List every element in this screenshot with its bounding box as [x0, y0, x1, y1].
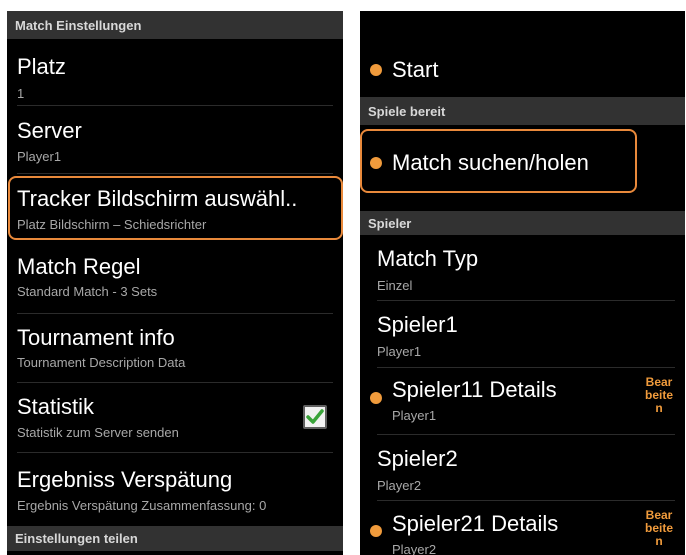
setting-title: Tournament info: [17, 325, 175, 350]
setting-title: Tracker Bildschirm auswähl..: [17, 186, 298, 211]
setting-server[interactable]: Server Player1: [7, 106, 343, 174]
setting-value: Statistik zum Server senden: [17, 425, 179, 440]
setting-value: Einzel: [377, 278, 413, 293]
match-search-item[interactable]: Match suchen/holen: [360, 125, 685, 211]
setting-value: Platz Bildschirm – Schiedsrichter: [17, 217, 207, 232]
check-icon: [306, 409, 324, 424]
statistik-checkbox[interactable]: [303, 405, 327, 429]
setting-value: Ergebnis Verspätung Zusammenfassung: 0: [17, 498, 267, 513]
match-control-panel: Start Spiele bereit Match suchen/holen S…: [360, 11, 685, 555]
match-search-label: Match suchen/holen: [392, 150, 589, 175]
section-header-games-ready: Spiele bereit: [360, 97, 685, 125]
setting-statistik[interactable]: Statistik Statistik zum Server senden: [7, 383, 343, 453]
edit-player11-button[interactable]: Bearbeiten: [644, 376, 674, 415]
setting-value: Player1: [377, 344, 422, 359]
setting-title: Statistik: [17, 394, 95, 419]
match-settings-panel: Match Einstellungen Platz 1 Server Playe…: [7, 11, 343, 555]
player1-item[interactable]: Spieler1 Player1: [360, 301, 685, 368]
setting-value: Player1: [17, 149, 62, 164]
edit-player21-button[interactable]: Bearbeiten: [644, 509, 674, 548]
setting-title: Platz: [17, 54, 66, 79]
setting-value: Tournament Description Data: [17, 355, 186, 370]
player2-item[interactable]: Spieler2 Player2: [360, 435, 685, 501]
start-item[interactable]: Start: [360, 11, 685, 97]
player21-details-item[interactable]: Spieler21 Details Player2 Bearbeiten: [360, 501, 685, 555]
start-label: Start: [392, 57, 439, 82]
setting-ergebnis-verspaetung[interactable]: Ergebniss Verspätung Ergebnis Verspätung…: [7, 453, 343, 526]
setting-value: Player1: [392, 408, 437, 423]
setting-value: Standard Match - 3 Sets: [17, 284, 158, 299]
player11-details-item[interactable]: Spieler11 Details Player1 Bearbeiten: [360, 368, 685, 435]
status-dot-icon: [370, 392, 382, 404]
setting-title: Spieler21 Details: [392, 511, 559, 536]
setting-title: Server: [17, 118, 82, 143]
setting-value: Player2: [377, 478, 422, 493]
setting-title: Spieler11 Details: [392, 377, 557, 402]
section-header-players: Spieler: [360, 211, 685, 235]
match-type-item[interactable]: Match Typ Einzel: [360, 235, 685, 301]
setting-title: Match Typ: [377, 246, 479, 271]
section-header-share-settings: Einstellungen teilen: [7, 526, 343, 551]
setting-platz[interactable]: Platz 1: [7, 39, 343, 106]
section-header-match-settings: Match Einstellungen: [7, 11, 343, 39]
setting-title: Spieler2: [377, 446, 458, 471]
status-dot-icon: [370, 64, 382, 76]
setting-tracker-screen[interactable]: Tracker Bildschirm auswähl.. Platz Bilds…: [7, 174, 343, 244]
setting-value: 1: [17, 86, 25, 101]
status-dot-icon: [370, 525, 382, 537]
setting-title: Ergebniss Verspätung: [17, 467, 233, 492]
setting-title: Spieler1: [377, 312, 458, 337]
setting-match-regel[interactable]: Match Regel Standard Match - 3 Sets: [7, 244, 343, 314]
setting-tournament-info[interactable]: Tournament info Tournament Description D…: [7, 314, 343, 383]
status-dot-icon: [370, 157, 382, 169]
setting-title: Match Regel: [17, 254, 141, 279]
setting-value: Player2: [392, 542, 437, 555]
